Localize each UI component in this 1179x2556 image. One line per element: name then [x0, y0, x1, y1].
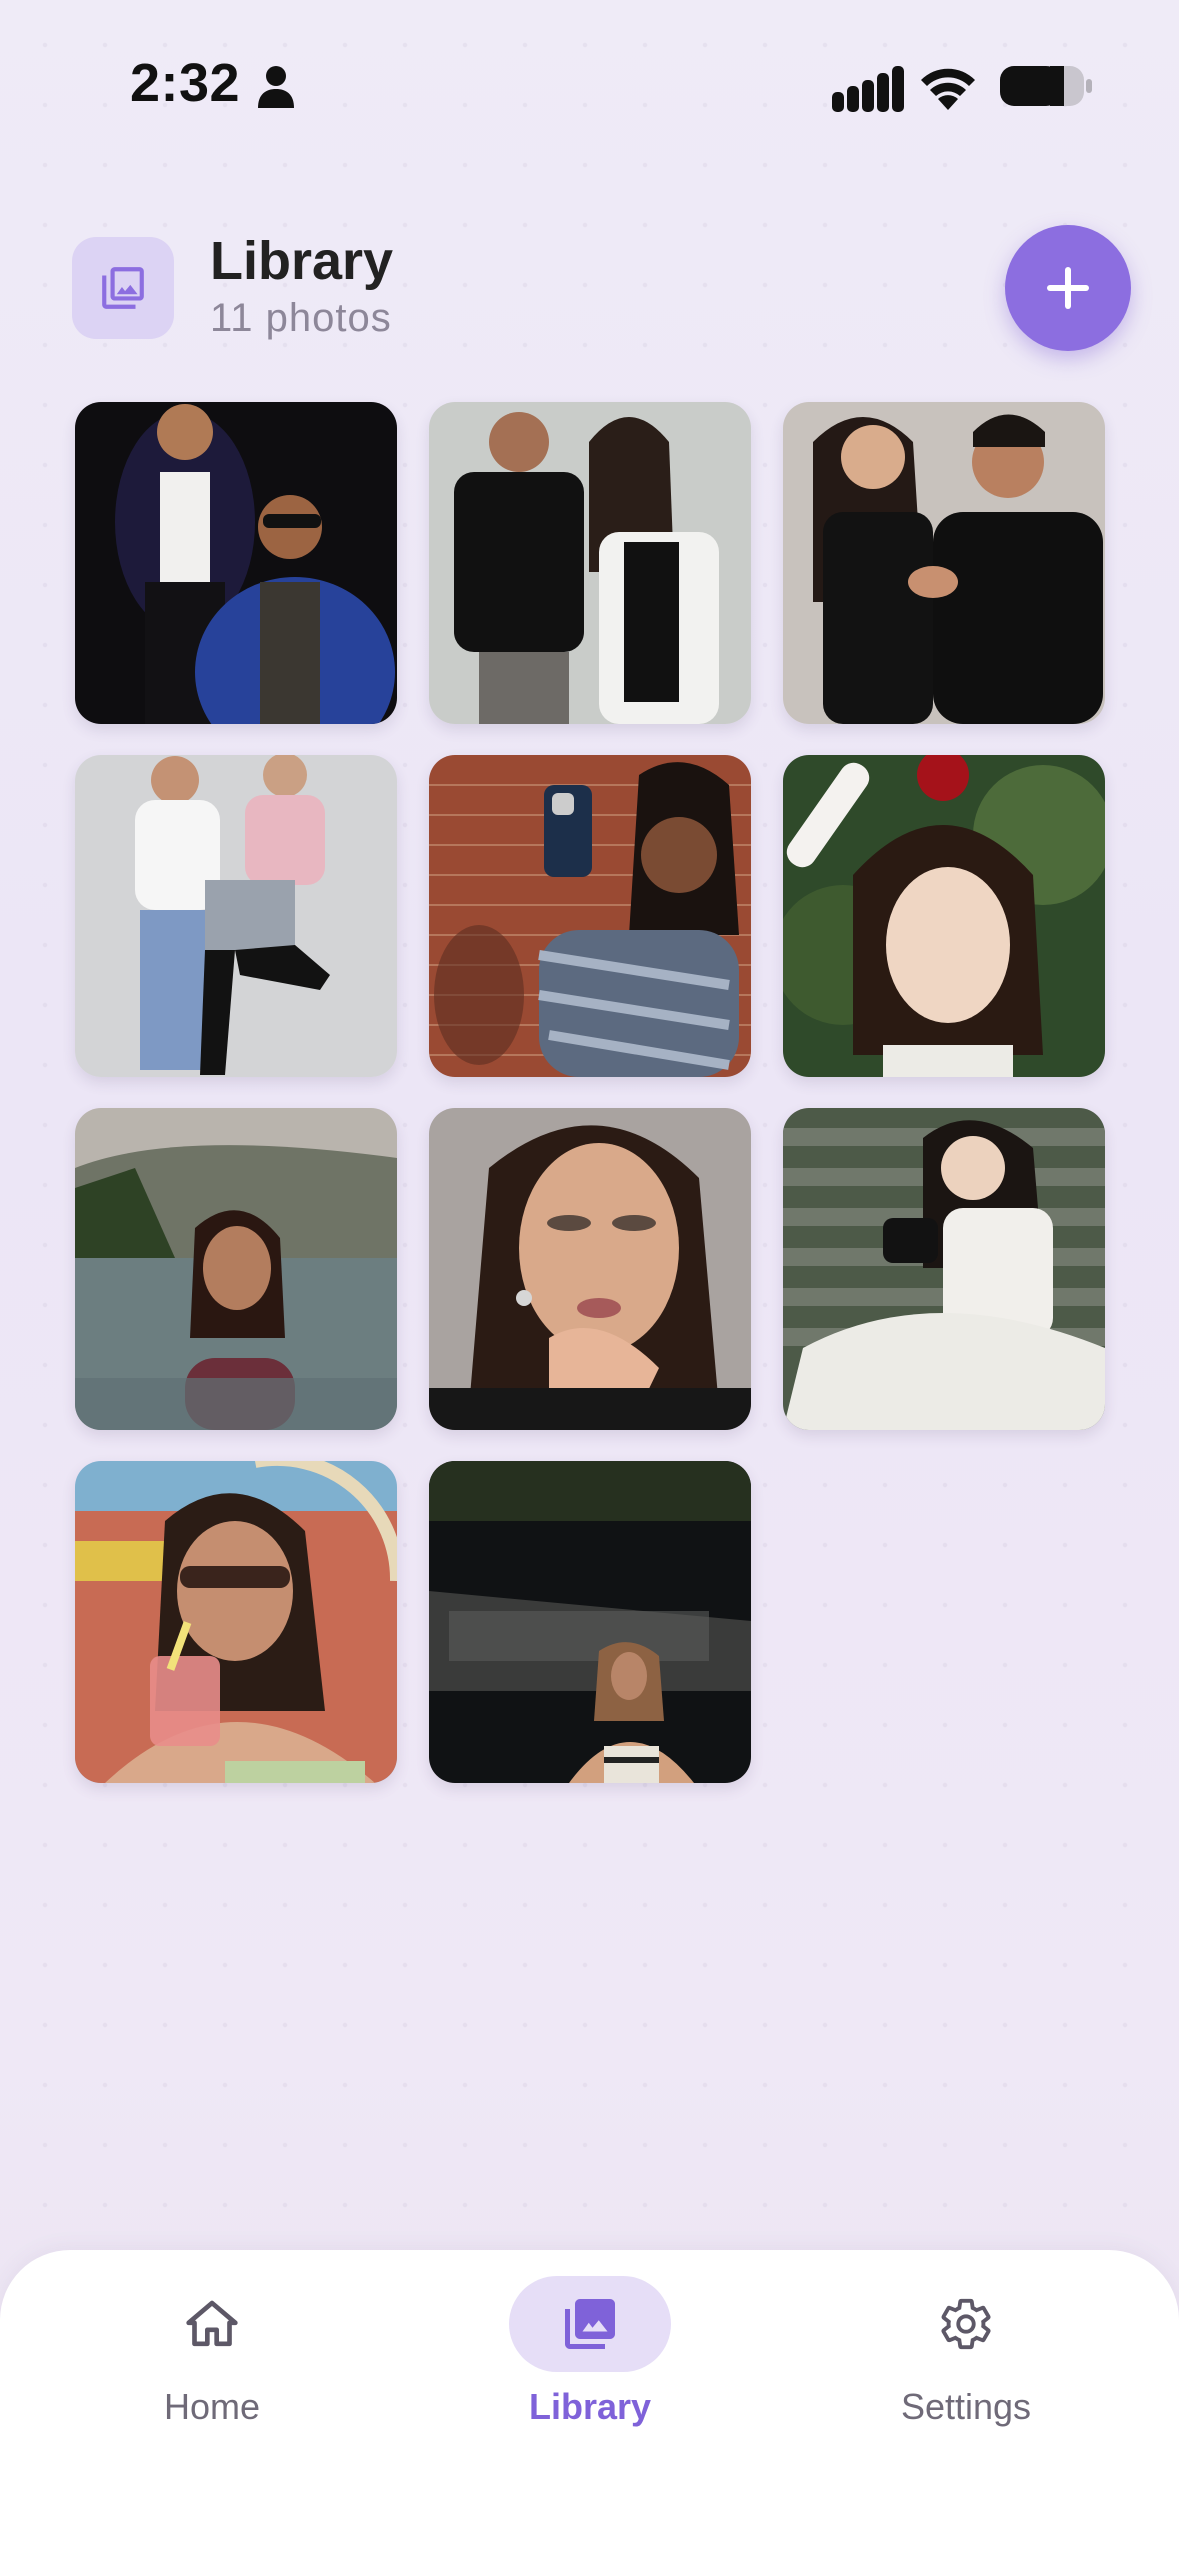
photo-thumbnail[interactable] [429, 402, 751, 724]
photo-thumbnail[interactable] [75, 1108, 397, 1430]
photo-thumbnail[interactable] [783, 755, 1105, 1077]
photo-thumbnail[interactable] [429, 1461, 751, 1783]
photo-library-icon [565, 2299, 615, 2349]
cellular-signal-icon [832, 66, 904, 112]
battery-icon [1000, 66, 1092, 106]
photo-thumbnail[interactable] [783, 402, 1105, 724]
person-icon [258, 66, 294, 108]
photo-library-icon [102, 267, 144, 309]
photo-thumbnail[interactable] [429, 1108, 751, 1430]
home-icon [186, 2300, 238, 2347]
status-bar: 2:32 [0, 0, 1179, 170]
photo-thumbnail[interactable] [75, 402, 397, 724]
nav-library-label: Library [528, 2386, 652, 2427]
photo-count: 11 photos [210, 296, 392, 340]
photo-thumbnail[interactable] [783, 1108, 1105, 1430]
nav-settings-pill [885, 2276, 1047, 2372]
nav-home-pill [131, 2276, 293, 2372]
nav-item-home[interactable]: Home [62, 2276, 362, 2436]
bottom-navigation: Home Library Settings [0, 2250, 1179, 2556]
nav-library-pill [509, 2276, 671, 2372]
nav-settings-label: Settings [900, 2386, 1032, 2427]
nav-item-library[interactable]: Library [440, 2276, 740, 2436]
photo-thumbnail[interactable] [75, 755, 397, 1077]
add-photo-button[interactable] [1005, 225, 1131, 351]
photo-grid [75, 402, 1105, 1783]
plus-icon [1047, 267, 1089, 309]
page-title: Library [210, 231, 394, 291]
status-time: 2:32 [130, 53, 241, 113]
photo-thumbnail[interactable] [429, 755, 751, 1077]
photo-thumbnail[interactable] [75, 1461, 397, 1783]
wifi-icon [921, 68, 975, 110]
nav-home-label: Home [163, 2386, 261, 2427]
gear-icon [941, 2298, 991, 2350]
library-header-icon-box [72, 237, 174, 339]
nav-item-settings[interactable]: Settings [816, 2276, 1116, 2436]
